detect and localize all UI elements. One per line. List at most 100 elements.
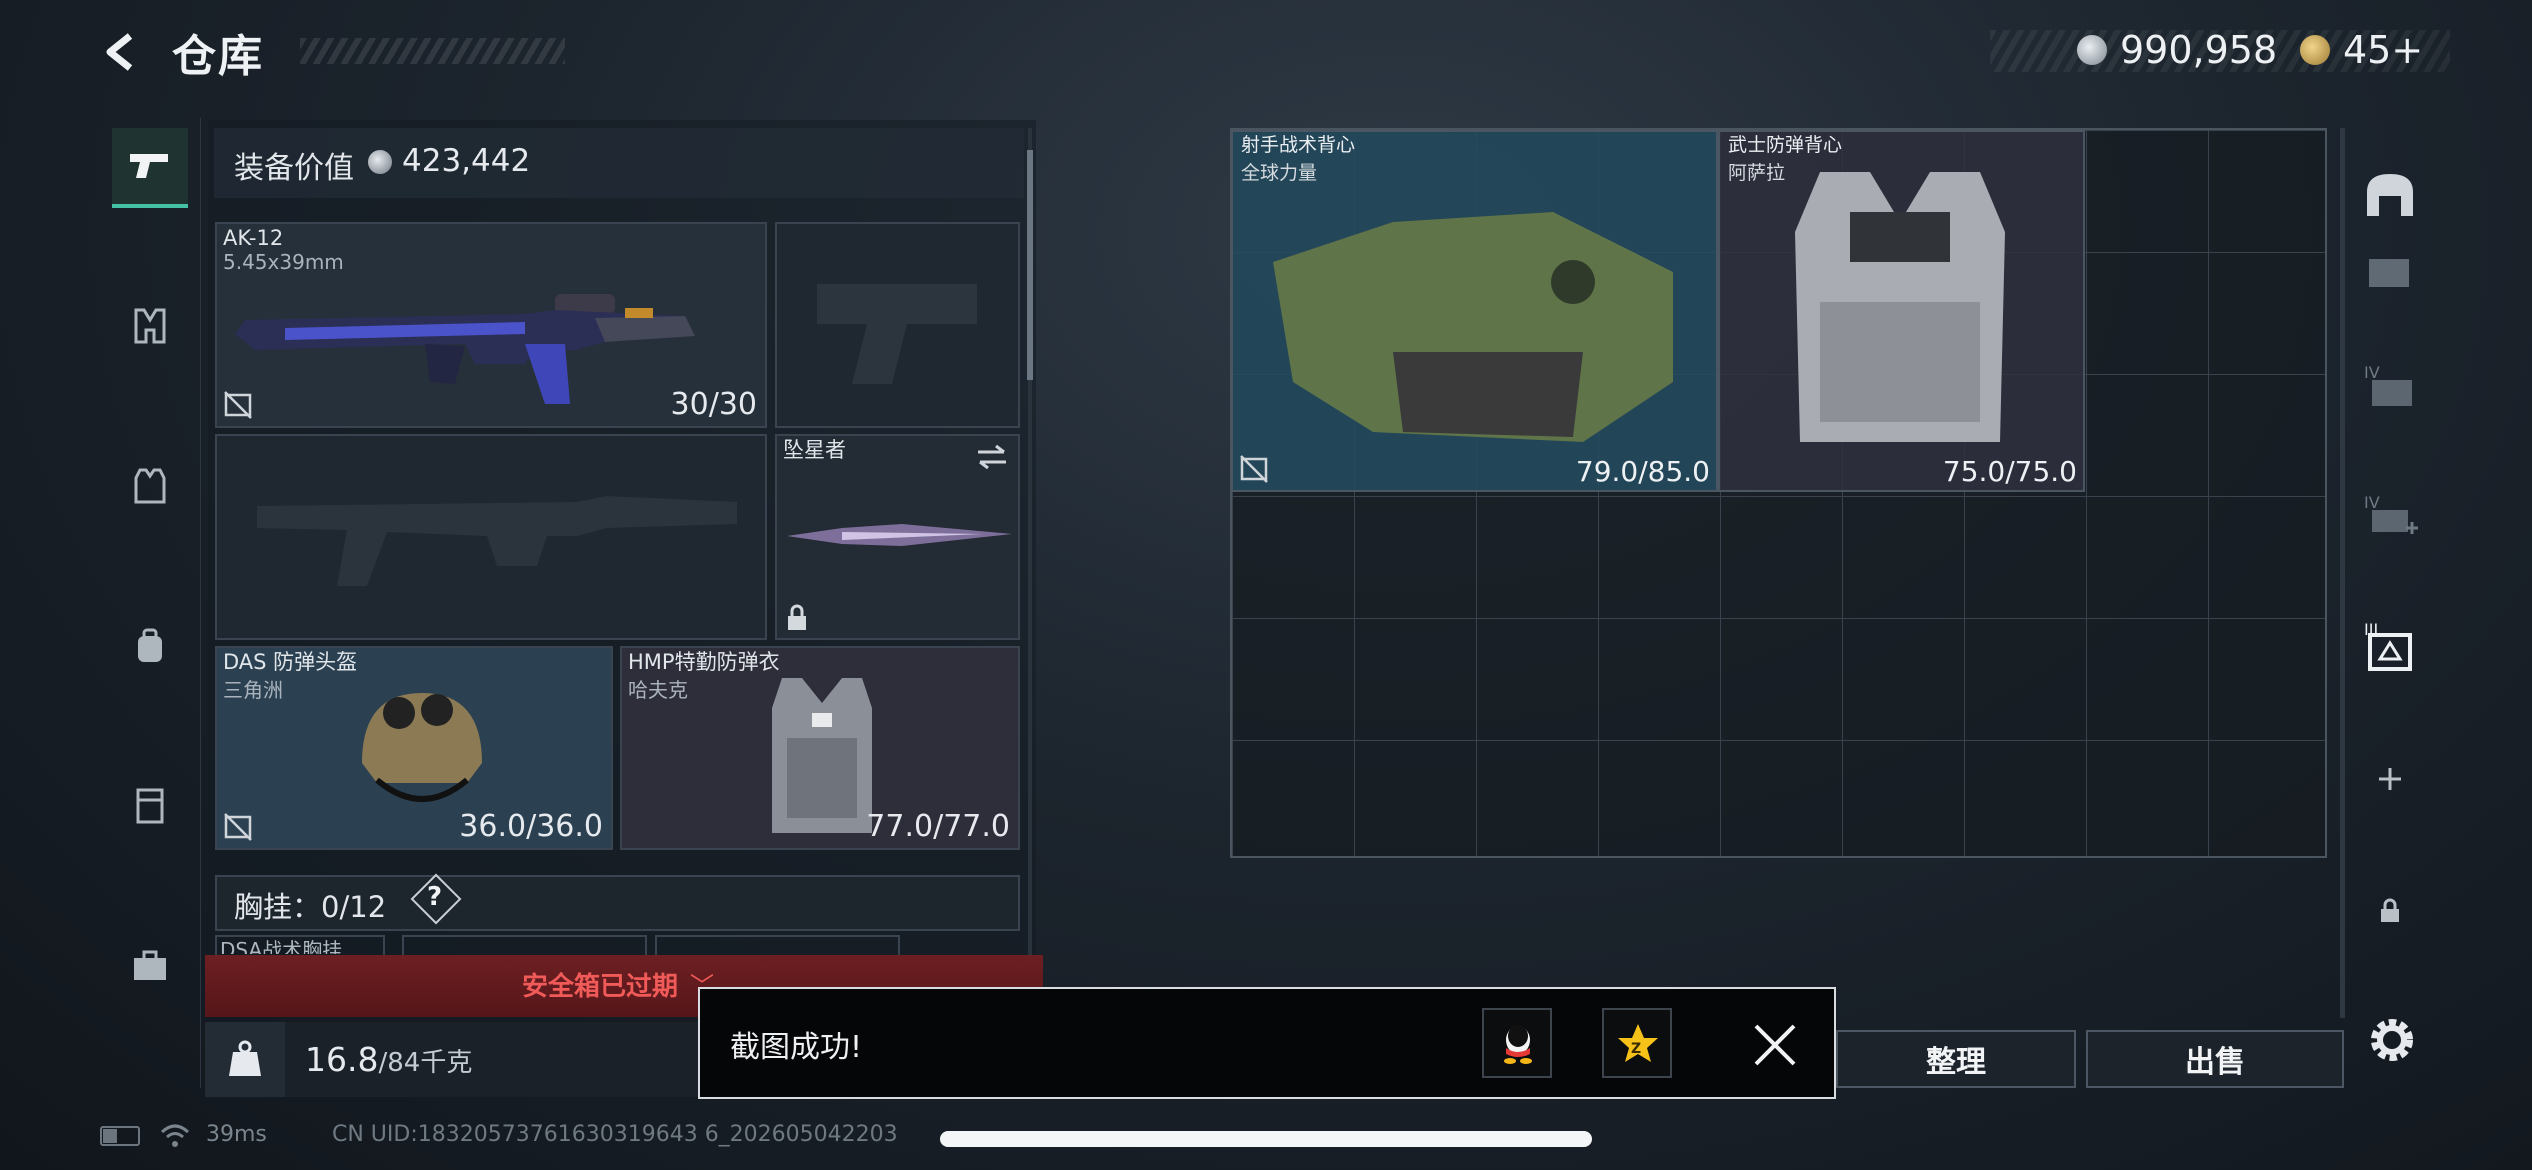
storage-home-icon [2367, 174, 2413, 216]
lock-icon [2381, 898, 2399, 922]
lock-icon [788, 604, 806, 630]
weight-current: 16.8/84千克 [305, 1040, 472, 1079]
melee-slot[interactable]: 坠星者 [775, 434, 1020, 640]
page-title: 仓库 [172, 31, 264, 82]
chest-rig-count: 0/12 [321, 890, 387, 924]
samurai-vest-image [1795, 172, 2005, 442]
no-drop-icon [1240, 455, 1268, 483]
storage-iv-add-icon: IV [2364, 493, 2418, 534]
armor-vest-icon [134, 468, 166, 504]
add-icon [2379, 768, 2401, 790]
ticket-icon [2300, 35, 2330, 65]
helmet-durability: 36.0/36.0 [459, 809, 603, 844]
storage-scrollbar[interactable] [2340, 128, 2345, 1018]
storage-iii-icon: III [2364, 620, 2412, 671]
item-name: 射手战术背心 [1241, 134, 1356, 156]
weight-kg-icon [229, 1040, 261, 1076]
sort-button[interactable]: 整理 [1836, 1030, 2076, 1088]
weight-icon-box [205, 1022, 285, 1097]
item-durability: 79.0/85.0 [1575, 455, 1710, 488]
svg-text:Z: Z [1631, 1041, 1641, 1057]
chest-rig-label-text: 胸挂： [234, 890, 322, 924]
sidebar-item-backpack[interactable] [112, 608, 188, 684]
chest-rig-sub-slot[interactable] [402, 935, 647, 955]
helmet-name: DAS 防弹头盔 [223, 650, 358, 674]
ping-value: 39ms [206, 1122, 267, 1147]
qq-share-button[interactable] [1482, 1008, 1552, 1078]
storage-item[interactable]: 射手战术背心 全球力量 79.0/85.0 [1231, 130, 1718, 492]
title-decoration [300, 38, 565, 64]
equipment-scroll-thumb[interactable] [1027, 150, 1033, 380]
home-indicator[interactable] [940, 1131, 1592, 1147]
svg-text:IV: IV [2364, 493, 2380, 512]
equipment-value: 423,442 [402, 143, 531, 179]
storage-tab-home[interactable] [2350, 160, 2430, 230]
item-faction: 全球力量 [1241, 162, 1318, 184]
melee-name: 坠星者 [783, 438, 846, 462]
storage-tab-iii[interactable]: III [2350, 612, 2430, 682]
sell-button[interactable]: 出售 [2086, 1030, 2344, 1088]
qzone-share-button[interactable]: Z [1602, 1008, 1672, 1078]
svg-text:IV: IV [2364, 363, 2380, 382]
backpack-icon [138, 628, 162, 662]
sidebar-item-weapons[interactable] [112, 128, 188, 208]
battery-level [103, 1129, 117, 1143]
wifi-icon [160, 1124, 190, 1147]
helmet-faction: 三角洲 [223, 678, 283, 702]
container-icon [136, 788, 164, 824]
pistol-icon [130, 154, 168, 178]
ak12-rifle-image [235, 294, 695, 404]
uid-text: CN UID:18320573761630319643 6_2026050422… [332, 1122, 898, 1147]
sidebar-item-briefcase[interactable] [112, 928, 188, 1004]
armor-faction: 哈夫克 [628, 678, 688, 702]
help-icon-mark: ? [427, 882, 443, 912]
safebox-expired-text: 安全箱已过期 [522, 972, 679, 1002]
coin-icon [368, 150, 392, 174]
item-durability: 75.0/75.0 [1942, 455, 2077, 488]
coin-value: 990,958 [2120, 28, 2278, 72]
weight-max: /84千克 [378, 1048, 473, 1078]
qzone-star-icon: Z [1618, 1024, 1658, 1062]
chest-rig-sub-label: DSA战术胸挂 [220, 938, 343, 954]
chest-rig-label: 胸挂：0/12 [234, 884, 386, 926]
briefcase-icon [134, 950, 166, 980]
chest-rig-sub-slot[interactable] [655, 935, 900, 955]
equipment-value-label: 装备价值 [234, 151, 354, 186]
armor-durability: 77.0/77.0 [866, 809, 1010, 844]
helmet-slot[interactable]: DAS 防弹头盔 三角洲 36.0/36.0 [215, 646, 613, 850]
storage-item[interactable]: 武士防弹背心 阿萨拉 75.0/75.0 [1718, 130, 2085, 492]
storage-tab-1[interactable] [2350, 236, 2430, 306]
secondary-weapon-slot[interactable] [215, 434, 767, 640]
primary-weapon-slot[interactable]: AK-12 5.45x39mm 30/30 [215, 222, 767, 428]
pistol-slot[interactable] [775, 222, 1020, 428]
pistol-placeholder-icon [817, 284, 977, 384]
coin-icon [2077, 35, 2107, 65]
add-storage-button[interactable] [2350, 744, 2430, 814]
weapon-name: AK-12 [223, 226, 284, 250]
toast-message: 截图成功! [730, 1030, 863, 1065]
no-drop-icon [224, 813, 252, 841]
item-faction: 阿萨拉 [1728, 162, 1786, 184]
gear-icon[interactable] [2362, 1010, 2422, 1070]
rifle-placeholder-icon [257, 496, 737, 586]
star-blade-image [787, 524, 1012, 546]
chest-rig-icon [134, 308, 166, 344]
sidebar-item-armor[interactable] [112, 448, 188, 524]
ticket-value[interactable]: 45+ [2343, 28, 2423, 72]
no-drop-icon [224, 391, 252, 419]
storage-tab-iv[interactable]: IV [2350, 350, 2430, 420]
locked-storage[interactable] [2350, 876, 2430, 946]
swap-icon[interactable] [974, 442, 1010, 472]
armor-slot[interactable]: HMP特勤防弹衣 哈夫克 77.0/77.0 [620, 646, 1020, 850]
sidebar-item-container[interactable] [112, 768, 188, 844]
qq-penguin-icon [1504, 1025, 1532, 1064]
storage-tab-iv-add[interactable]: IV [2350, 480, 2430, 550]
back-icon[interactable] [100, 28, 148, 76]
marksman-vest-image [1273, 212, 1673, 442]
sidebar-item-chest-rig[interactable] [112, 288, 188, 364]
ammo-count: 30/30 [670, 387, 757, 422]
left-sidebar [100, 118, 201, 1088]
close-icon[interactable] [1752, 1022, 1798, 1068]
storage-tab-icon [2369, 259, 2409, 287]
storage-iv-icon: IV [2364, 363, 2412, 406]
